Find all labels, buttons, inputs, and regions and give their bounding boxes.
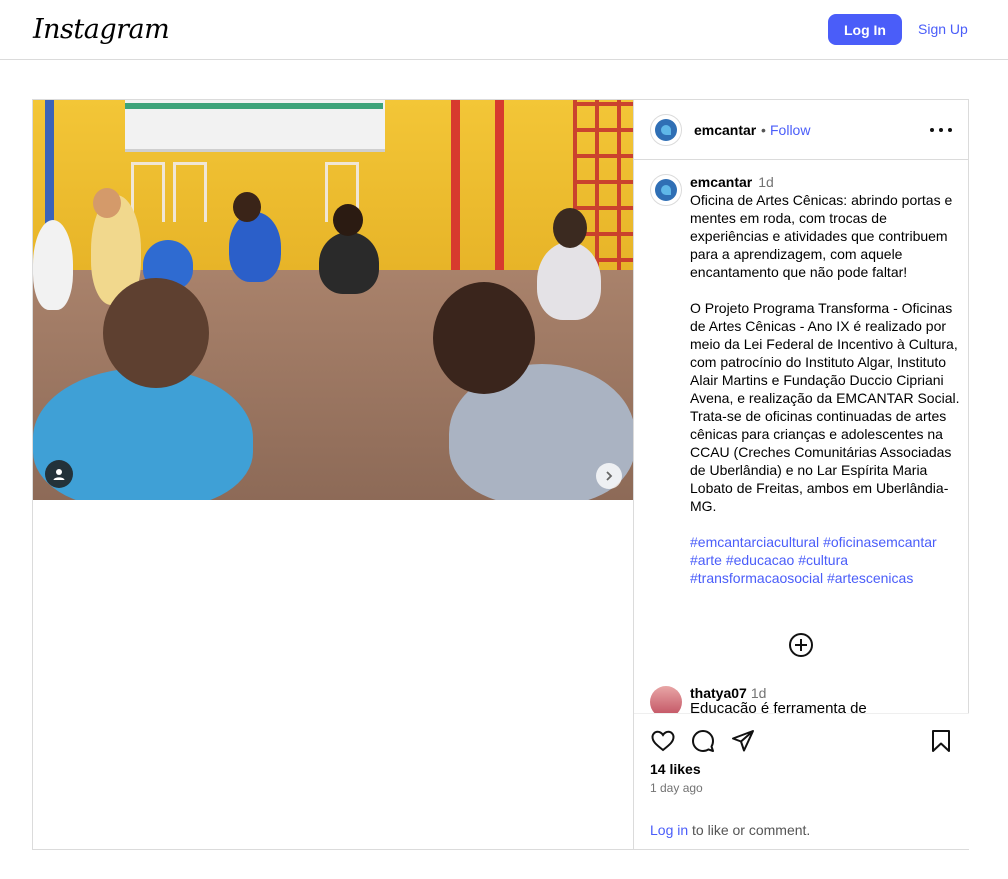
photo-child-head bbox=[553, 208, 587, 248]
post-container: emcantar • Follow emcantar 1d Oficina de … bbox=[32, 99, 969, 850]
instagram-logo[interactable]: Instagram bbox=[33, 14, 170, 45]
post-age[interactable]: 1 day ago bbox=[650, 781, 703, 795]
photo-chair bbox=[173, 162, 207, 222]
hashtag-list: #emcantarciacultural #oficinasemcantar #… bbox=[690, 533, 960, 587]
caption-text: Oficina de Artes Cênicas: abrindo portas… bbox=[690, 192, 960, 514]
signup-link[interactable]: Sign Up bbox=[918, 21, 968, 37]
comment-timestamp[interactable]: 1d bbox=[751, 685, 767, 701]
hashtag-link[interactable]: #oficinasemcantar bbox=[823, 534, 937, 550]
post-photo[interactable] bbox=[33, 100, 633, 500]
photo-child-head bbox=[333, 204, 363, 236]
next-arrow-icon[interactable] bbox=[596, 463, 622, 489]
heart-icon[interactable] bbox=[650, 728, 676, 754]
photo-child bbox=[319, 232, 379, 294]
post-caption: emcantar 1d Oficina de Artes Cênicas: abr… bbox=[690, 173, 960, 587]
follow-button[interactable]: Follow bbox=[770, 122, 810, 138]
hashtag-link[interactable]: #cultura bbox=[798, 552, 848, 568]
post-username[interactable]: emcantar bbox=[694, 122, 756, 138]
bookmark-icon[interactable] bbox=[928, 728, 954, 754]
photo-child bbox=[537, 242, 601, 320]
photo-whiteboard-stripe bbox=[125, 103, 383, 109]
post-actions: 14 likes 1 day ago Log in to like or com… bbox=[634, 713, 969, 849]
photo-child-head bbox=[433, 282, 535, 394]
photo-chair bbox=[131, 162, 165, 222]
post-sidebar: emcantar • Follow emcantar 1d Oficina de … bbox=[633, 100, 969, 849]
load-more-comments-icon[interactable] bbox=[788, 632, 814, 658]
like-count[interactable]: 14 likes bbox=[650, 761, 701, 777]
hashtag-link[interactable]: #emcantarciacultural bbox=[690, 534, 819, 550]
tagged-user-icon[interactable] bbox=[45, 460, 73, 488]
caption-username[interactable]: emcantar bbox=[690, 174, 752, 190]
share-icon[interactable] bbox=[730, 728, 756, 754]
comment-item: thatya07 1d Educação é ferramenta de bbox=[690, 685, 960, 713]
photo-child-head bbox=[233, 192, 261, 222]
login-link[interactable]: Log in bbox=[650, 822, 688, 838]
photo-child-head bbox=[103, 278, 209, 388]
photo-child-head bbox=[93, 188, 121, 218]
hashtag-link[interactable]: #transformacaosocial bbox=[690, 570, 823, 586]
comment-text: Educação é ferramenta de bbox=[690, 700, 867, 714]
profile-avatar[interactable] bbox=[650, 114, 682, 146]
more-options-icon[interactable] bbox=[930, 122, 952, 138]
caption-timestamp[interactable]: 1d bbox=[758, 174, 774, 190]
photo-child bbox=[229, 212, 281, 282]
hashtag-link[interactable]: #artescenicas bbox=[827, 570, 913, 586]
photo-child bbox=[33, 220, 73, 310]
comment-username[interactable]: thatya07 bbox=[690, 685, 747, 701]
hashtag-link[interactable]: #educacao bbox=[726, 552, 795, 568]
hashtag-link[interactable]: #arte bbox=[690, 552, 722, 568]
top-navigation-bar: Instagram Log In Sign Up bbox=[0, 0, 1008, 60]
comment-icon[interactable] bbox=[690, 728, 716, 754]
login-button[interactable]: Log In bbox=[828, 14, 902, 45]
caption-avatar[interactable] bbox=[650, 174, 682, 206]
separator-dot: • bbox=[761, 122, 766, 138]
post-header: emcantar • Follow bbox=[634, 100, 969, 160]
login-prompt-text: to like or comment. bbox=[688, 822, 811, 838]
login-prompt: Log in to like or comment. bbox=[650, 822, 810, 838]
